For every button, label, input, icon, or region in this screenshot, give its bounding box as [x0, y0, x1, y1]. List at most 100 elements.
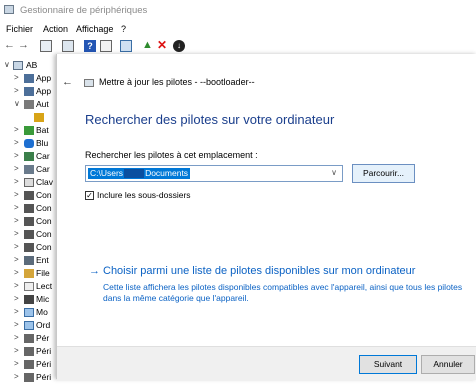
toolbar: ← → ? ▲ ✕ ↓	[0, 38, 476, 54]
tree-item[interactable]: > Péri	[0, 358, 58, 371]
back-arrow-icon[interactable]: ←	[4, 40, 16, 52]
chevron-right-icon[interactable]: >	[14, 281, 19, 290]
controller-icon	[24, 204, 34, 213]
tree-root[interactable]: ∨ AB	[0, 59, 58, 72]
redacted-username	[124, 169, 145, 179]
checkbox-checked-icon[interactable]: ✓	[85, 191, 94, 200]
chevron-right-icon[interactable]: >	[14, 216, 19, 225]
tree-item[interactable]: > Mo	[0, 306, 58, 319]
peripheral-icon	[24, 373, 34, 382]
path-part-users: C:\Users	[90, 168, 124, 178]
chevron-right-icon[interactable]: >	[14, 229, 19, 238]
include-subfolders-label: Inclure les sous-dossiers	[97, 190, 191, 200]
download-icon[interactable]: ↓	[173, 40, 185, 52]
chevron-right-icon[interactable]: >	[14, 372, 19, 381]
card-icon	[24, 165, 34, 174]
tree-item[interactable]: > Con	[0, 189, 58, 202]
menu-help[interactable]: ?	[121, 24, 126, 34]
tree-item[interactable]: ∨ Aut	[0, 98, 58, 111]
update-driver-dialog: ← Mettre à jour les pilotes - --bootload…	[56, 54, 476, 380]
tree-item[interactable]: > Ent	[0, 254, 58, 267]
tree-item[interactable]: > Car	[0, 150, 58, 163]
controller-icon	[24, 217, 34, 226]
chevron-right-icon[interactable]: >	[14, 359, 19, 368]
dialog-heading: Rechercher des pilotes sur votre ordinat…	[85, 112, 335, 127]
card-icon	[24, 152, 34, 161]
drive-icon	[24, 282, 34, 291]
tree-item[interactable]: > Lect	[0, 280, 58, 293]
chevron-right-icon[interactable]: >	[14, 73, 19, 82]
chevron-down-icon[interactable]: ∨	[4, 60, 10, 69]
device-manager-icon	[4, 5, 14, 14]
chevron-right-icon[interactable]: >	[14, 125, 19, 134]
chevron-right-icon[interactable]: >	[14, 190, 19, 199]
forward-arrow-icon[interactable]: →	[18, 40, 30, 52]
tree-item[interactable]: > Bat	[0, 124, 58, 137]
chevron-right-icon[interactable]: >	[14, 242, 19, 251]
tree-item[interactable]: > Con	[0, 241, 58, 254]
chevron-right-icon[interactable]: >	[14, 320, 19, 329]
view-icon[interactable]	[100, 40, 112, 52]
uninstall-icon[interactable]: ✕	[157, 39, 169, 52]
browse-button[interactable]: Parcourir...	[352, 164, 415, 183]
peripheral-icon	[24, 334, 34, 343]
menu-affichage[interactable]: Affichage	[76, 24, 113, 34]
device-tree: ∨ AB > App > App ∨ Aut > Bat > Blu > Car…	[0, 56, 58, 382]
tree-item[interactable]: > App	[0, 72, 58, 85]
mouse-icon	[24, 295, 34, 304]
chevron-down-icon[interactable]: ∨	[331, 168, 337, 177]
input-icon	[24, 256, 34, 265]
tree-item[interactable]: > App	[0, 85, 58, 98]
chevron-right-icon[interactable]: >	[14, 307, 19, 316]
tree-item[interactable]: > Car	[0, 163, 58, 176]
chevron-right-icon[interactable]: >	[14, 164, 19, 173]
back-arrow-icon[interactable]: ←	[62, 76, 73, 88]
tree-item[interactable]: > File	[0, 267, 58, 280]
menu-action[interactable]: Action	[43, 24, 68, 34]
chevron-right-icon[interactable]: >	[14, 203, 19, 212]
tree-item[interactable]: > Mic	[0, 293, 58, 306]
next-button[interactable]: Suivant	[359, 355, 417, 374]
menu-fichier[interactable]: Fichier	[6, 24, 33, 34]
bluetooth-icon	[24, 139, 34, 148]
chevron-right-icon[interactable]: >	[14, 255, 19, 264]
arrow-right-icon[interactable]: →	[89, 265, 100, 277]
tree-item[interactable]: > Blu	[0, 137, 58, 150]
tree-item[interactable]: > Pér	[0, 332, 58, 345]
tree-item[interactable]: > Ord	[0, 319, 58, 332]
monitor-icon[interactable]	[120, 40, 132, 52]
chevron-right-icon[interactable]: >	[14, 294, 19, 303]
controller-icon	[24, 230, 34, 239]
path-combobox[interactable]: C:\Users Documents ∨	[85, 165, 343, 182]
keyboard-icon	[24, 178, 34, 187]
tree-item[interactable]	[0, 111, 58, 124]
chevron-right-icon[interactable]: >	[14, 151, 19, 160]
update-driver-icon[interactable]: ▲	[142, 40, 154, 52]
help-icon[interactable]: ?	[84, 40, 96, 52]
chevron-down-icon[interactable]: ∨	[14, 99, 20, 108]
tree-item[interactable]: > Clav	[0, 176, 58, 189]
warning-device-icon	[34, 113, 44, 122]
chevron-right-icon[interactable]: >	[14, 346, 19, 355]
chevron-right-icon[interactable]: >	[14, 177, 19, 186]
dialog-header-title: Mettre à jour les pilotes - --bootloader…	[99, 77, 255, 87]
chevron-right-icon[interactable]: >	[14, 268, 19, 277]
controller-icon	[24, 243, 34, 252]
path-selection[interactable]: C:\Users Documents	[88, 168, 191, 179]
controller-icon	[24, 191, 34, 200]
tree-item[interactable]: > Con	[0, 228, 58, 241]
tree-item[interactable]: > Con	[0, 202, 58, 215]
tree-item[interactable]: > Con	[0, 215, 58, 228]
chevron-right-icon[interactable]: >	[14, 138, 19, 147]
tree-item[interactable]: > Péri	[0, 371, 58, 384]
battery-icon	[24, 126, 34, 135]
choose-driver-list-link[interactable]: Choisir parmi une liste de pilotes dispo…	[103, 265, 415, 277]
tree-item[interactable]: > Péri	[0, 345, 58, 358]
chevron-right-icon[interactable]: >	[14, 333, 19, 342]
properties-icon[interactable]	[40, 40, 52, 52]
chevron-right-icon[interactable]: >	[14, 86, 19, 95]
monitor-icon	[24, 308, 34, 317]
device-list-icon[interactable]	[62, 40, 74, 52]
window-title: Gestionnaire de périphériques	[20, 5, 148, 16]
cancel-button[interactable]: Annuler	[421, 355, 475, 374]
